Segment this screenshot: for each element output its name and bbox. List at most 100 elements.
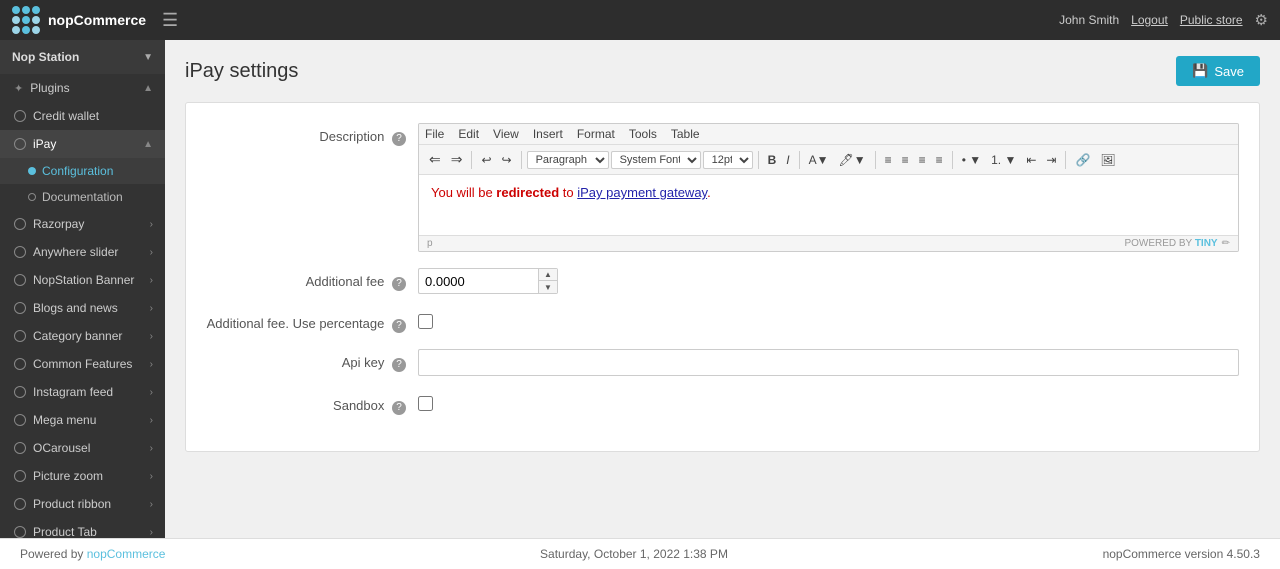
menu-format[interactable]: Format (577, 127, 615, 141)
sandbox-wrap (418, 392, 1239, 414)
arrow-right-icon4: › (150, 303, 153, 314)
editor-text-redirect: You will be (431, 185, 496, 200)
number-spinners: ▲ ▼ (538, 268, 558, 294)
menu-file[interactable]: File (425, 127, 444, 141)
font-select[interactable]: System Font (611, 151, 701, 169)
sidebar-item-credit-wallet[interactable]: Credit wallet (0, 102, 165, 130)
editor-content[interactable]: You will be redirected to iPay payment g… (419, 175, 1238, 235)
sidebar-item-category-banner[interactable]: Category banner › (0, 322, 165, 350)
toolbar-ol-btn[interactable]: 1. ▼ (987, 151, 1020, 169)
toolbar-outdent-btn[interactable]: ⇤ (1022, 151, 1040, 169)
arrow-right-icon10: › (150, 471, 153, 482)
sandbox-help-icon[interactable]: ? (392, 401, 406, 415)
api-key-input[interactable] (418, 349, 1239, 376)
ocarousel-icon (14, 442, 26, 454)
sidebar-item-mega-menu[interactable]: Mega menu › (0, 406, 165, 434)
arrow-right-icon9: › (150, 443, 153, 454)
editor-footer: p POWERED BY TINY ✏ (419, 235, 1238, 251)
mega-menu-icon (14, 414, 26, 426)
footer-datetime: Saturday, October 1, 2022 1:38 PM (540, 547, 728, 561)
save-button[interactable]: 💾 Save (1176, 56, 1260, 86)
additional-fee-percentage-checkbox[interactable] (418, 314, 433, 329)
ipay-configuration-label: Configuration (42, 164, 113, 178)
toolbar-fontcolor-btn[interactable]: A▼ (805, 151, 833, 169)
instagram-icon (14, 386, 26, 398)
sidebar-item-picture-zoom[interactable]: Picture zoom › (0, 462, 165, 490)
sidebar-section-nop-station[interactable]: Nop Station ▼ (0, 40, 165, 74)
editor-wrap: File Edit View Insert Format Tools Table… (418, 123, 1239, 252)
logout-button[interactable]: Logout (1131, 13, 1168, 27)
settings-icon[interactable]: ⚙ (1255, 11, 1268, 29)
ipay-icon (14, 138, 26, 150)
menu-edit[interactable]: Edit (458, 127, 479, 141)
api-key-help-icon[interactable]: ? (392, 358, 406, 372)
sidebar-item-product-tab[interactable]: Product Tab › (0, 518, 165, 538)
toolbar-image-btn[interactable]: 🖼 (1096, 151, 1119, 169)
toolbar-highlight-btn[interactable]: 🖊▼ (835, 151, 870, 169)
sidebar-section-main: Nop Station ▼ ✦ Plugins ▲ Credit wallet … (0, 40, 165, 538)
additional-fee-pct-help-icon[interactable]: ? (392, 319, 406, 333)
product-tab-icon (14, 526, 26, 538)
ipay-label: iPay (33, 137, 56, 151)
sidebar-item-ipay-configuration[interactable]: Configuration (0, 158, 165, 184)
sandbox-checkbox[interactable] (418, 396, 433, 411)
sidebar-item-ocarousel[interactable]: OCarousel › (0, 434, 165, 462)
arrow-right-icon2: › (150, 247, 153, 258)
sidebar-item-ipay[interactable]: iPay ▲ (0, 130, 165, 158)
sidebar-item-blogs-and-news[interactable]: Blogs and news › (0, 294, 165, 322)
toolbar-align-justify-btn[interactable]: ≡ (932, 151, 947, 169)
menu-tools[interactable]: Tools (629, 127, 657, 141)
footer-nopcommerce-link[interactable]: nopCommerce (87, 547, 166, 561)
toolbar-ltr-btn[interactable]: ⇐ (425, 149, 445, 170)
menu-table[interactable]: Table (671, 127, 700, 141)
toolbar-indent-btn[interactable]: ⇥ (1042, 151, 1060, 169)
toolbar-sep3 (758, 151, 759, 169)
spin-down-btn[interactable]: ▼ (539, 281, 557, 293)
sidebar-item-nopstation-banner[interactable]: NopStation Banner › (0, 266, 165, 294)
public-store-link[interactable]: Public store (1180, 13, 1243, 27)
toolbar-undo-btn[interactable]: ↩ (477, 151, 495, 169)
editor-powered-by: POWERED BY TINY (1124, 238, 1217, 249)
toolbar-rtl-btn[interactable]: ⇒ (447, 149, 467, 170)
plugins-icon: ✦ (14, 82, 23, 95)
toolbar-sep6 (952, 151, 953, 169)
config-icon (28, 167, 36, 175)
toolbar-ul-btn[interactable]: • ▼ (958, 151, 985, 169)
picture-zoom-icon (14, 470, 26, 482)
additional-fee-input[interactable] (418, 268, 538, 294)
sidebar-item-anywhere-slider[interactable]: Anywhere slider › (0, 238, 165, 266)
toolbar-align-right-btn[interactable]: ≡ (915, 151, 930, 169)
toolbar-bold-btn[interactable]: B (764, 151, 781, 169)
toolbar-sep7 (1065, 151, 1066, 169)
toolbar-italic-btn[interactable]: I (782, 151, 793, 169)
api-key-row: Api key ? (206, 349, 1239, 376)
sidebar-item-common-features[interactable]: Common Features › (0, 350, 165, 378)
sidebar-item-razorpay[interactable]: Razorpay › (0, 210, 165, 238)
menu-insert[interactable]: Insert (533, 127, 563, 141)
sidebar-item-plugins[interactable]: ✦ Plugins ▲ (0, 74, 165, 102)
additional-fee-percentage-label: Additional fee. Use percentage ? (206, 310, 406, 333)
toolbar-align-center-btn[interactable]: ≡ (898, 151, 913, 169)
toolbar-align-left-btn[interactable]: ≡ (881, 151, 896, 169)
size-select[interactable]: 12pt (703, 151, 753, 169)
arrow-right-icon6: › (150, 359, 153, 370)
arrow-right-icon5: › (150, 331, 153, 342)
spin-up-btn[interactable]: ▲ (539, 269, 557, 281)
toolbar-sep5 (875, 151, 876, 169)
format-select[interactable]: Paragraph (527, 151, 609, 169)
anywhere-slider-label: Anywhere slider (33, 245, 118, 259)
instagram-label: Instagram feed (33, 385, 113, 399)
additional-fee-help-icon[interactable]: ? (392, 277, 406, 291)
toolbar-redo-btn[interactable]: ↪ (498, 151, 516, 169)
sidebar-item-instagram-feed[interactable]: Instagram feed › (0, 378, 165, 406)
sidebar-item-ipay-documentation[interactable]: Documentation (0, 184, 165, 210)
hamburger-icon[interactable]: ☰ (162, 10, 178, 31)
sidebar-item-product-ribbon[interactable]: Product ribbon › (0, 490, 165, 518)
menu-view[interactable]: View (493, 127, 519, 141)
product-tab-label: Product Tab (33, 525, 97, 538)
description-help-icon[interactable]: ? (392, 132, 406, 146)
editor-edit-icon[interactable]: ✏ (1222, 238, 1230, 249)
toolbar-link-btn[interactable]: 🔗 (1071, 151, 1094, 169)
main-content: iPay settings 💾 Save Description ? File (165, 40, 1280, 538)
doc-icon (28, 193, 36, 201)
